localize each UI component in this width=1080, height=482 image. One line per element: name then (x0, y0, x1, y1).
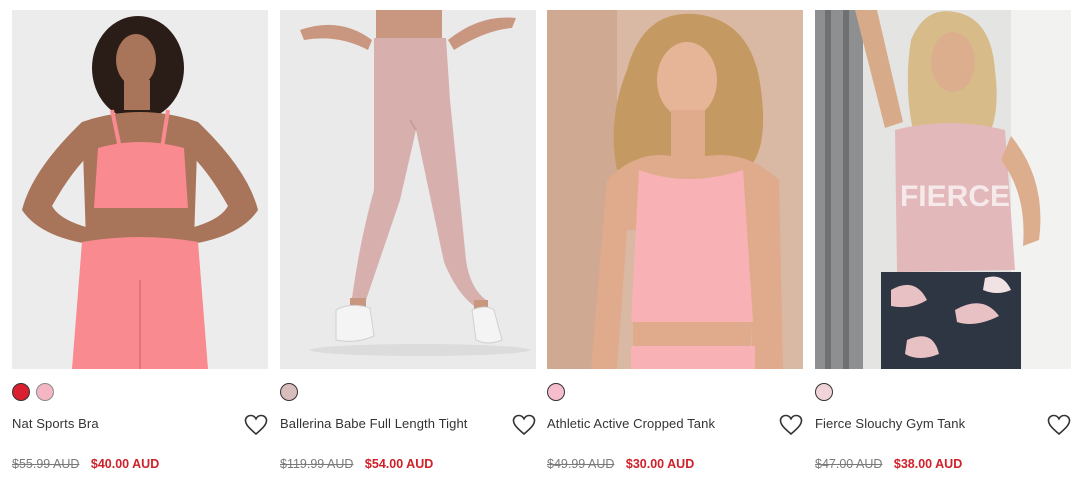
price-block: $47.00 AUD $38.00 AUD (815, 457, 962, 471)
product-name[interactable]: Ballerina Babe Full Length Tight (280, 416, 468, 431)
color-swatches (12, 383, 54, 407)
color-swatch[interactable] (815, 383, 833, 401)
price-block: $49.99 AUD $30.00 AUD (547, 457, 694, 471)
wishlist-heart-icon[interactable] (779, 414, 803, 436)
original-price: $47.00 AUD (815, 457, 883, 471)
price-block: $55.99 AUD $40.00 AUD (12, 457, 159, 471)
product-name[interactable]: Athletic Active Cropped Tank (547, 416, 715, 431)
sale-price: $30.00 AUD (625, 457, 695, 471)
product-image[interactable] (280, 10, 536, 369)
product-image[interactable]: FIERCE (815, 10, 1071, 369)
product-photo (547, 10, 803, 369)
original-price: $119.99 AUD (280, 457, 354, 471)
product-card[interactable]: Nat Sports Bra $55.99 AUD $40.00 AUD (12, 0, 268, 482)
tank-print-text: FIERCE (900, 180, 1010, 213)
product-image[interactable] (547, 10, 803, 369)
wishlist-heart-icon[interactable] (1047, 414, 1071, 436)
color-swatches (280, 383, 298, 407)
color-swatch[interactable] (36, 383, 54, 401)
product-photo (12, 10, 268, 369)
product-card[interactable]: Ballerina Babe Full Length Tight $119.99… (280, 0, 536, 482)
product-photo (280, 10, 536, 369)
original-price: $49.99 AUD (547, 457, 615, 471)
color-swatches (815, 383, 833, 407)
color-swatch[interactable] (12, 383, 30, 401)
wishlist-heart-icon[interactable] (512, 414, 536, 436)
product-image[interactable] (12, 10, 268, 369)
product-card[interactable]: Athletic Active Cropped Tank $49.99 AUD … (547, 0, 803, 482)
wishlist-heart-icon[interactable] (244, 414, 268, 436)
price-block: $119.99 AUD $54.00 AUD (280, 457, 433, 471)
product-card[interactable]: FIERCE Fierce Slouchy Gym Tank $47.00 AU… (815, 0, 1071, 482)
sale-price: $54.00 AUD (364, 457, 434, 471)
sale-price: $38.00 AUD (893, 457, 963, 471)
sale-price: $40.00 AUD (90, 457, 160, 471)
color-swatches (547, 383, 565, 407)
product-photo: FIERCE (815, 10, 1071, 369)
original-price: $55.99 AUD (12, 457, 80, 471)
color-swatch[interactable] (547, 383, 565, 401)
color-swatch[interactable] (280, 383, 298, 401)
product-name[interactable]: Fierce Slouchy Gym Tank (815, 416, 965, 431)
product-name[interactable]: Nat Sports Bra (12, 416, 99, 431)
